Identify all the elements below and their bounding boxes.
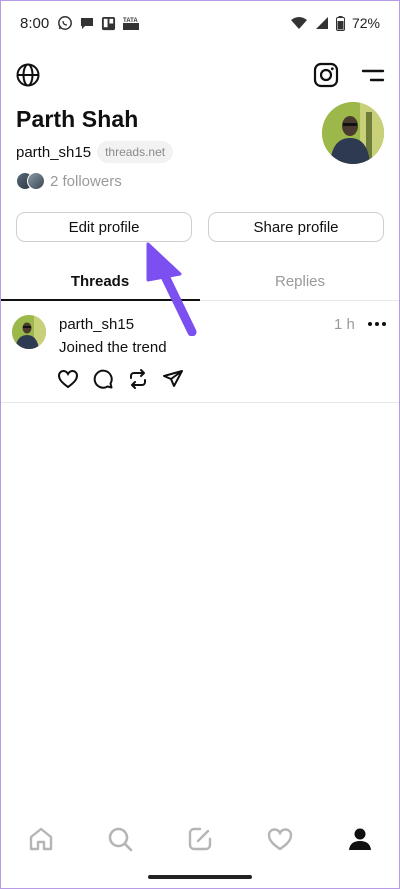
whatsapp-icon: [58, 16, 73, 30]
battery-icon: [335, 15, 345, 31]
post-timestamp: 1 h: [334, 316, 355, 333]
profile-handle: parth_sh15: [16, 143, 92, 161]
instagram-icon[interactable]: [313, 62, 339, 88]
follower-avatar: [27, 172, 45, 190]
profile-name: Parth Shah: [16, 106, 139, 132]
home-icon[interactable]: [27, 825, 55, 853]
post-username[interactable]: parth_sh15: [59, 316, 134, 333]
avatar: [12, 315, 46, 349]
domain-chip[interactable]: threads.net: [97, 141, 174, 163]
share-profile-button[interactable]: Share profile: [208, 212, 384, 242]
status-bar: 8:00 TATA 72%: [0, 0, 400, 46]
post-divider: [0, 402, 400, 403]
share-icon[interactable]: [162, 368, 184, 390]
globe-icon[interactable]: [15, 62, 41, 88]
tata-app-icon: TATA: [123, 18, 140, 30]
more-options-icon[interactable]: [366, 314, 388, 334]
activity-icon[interactable]: [266, 825, 294, 853]
bottom-navigation: [0, 815, 400, 863]
profile-photo: [322, 102, 384, 164]
system-icons: 72%: [290, 15, 380, 31]
chat-bubble-icon: [81, 18, 94, 29]
cellular-signal-icon: [315, 17, 328, 29]
status-time: 8:00: [20, 14, 50, 32]
notification-icons: TATA: [57, 15, 140, 31]
menu-icon[interactable]: [361, 66, 385, 86]
post-text: Joined the trend: [59, 339, 167, 356]
edit-profile-button[interactable]: Edit profile: [16, 212, 192, 242]
followers-row[interactable]: 2 followers: [16, 172, 122, 190]
like-icon[interactable]: [57, 368, 79, 390]
search-icon[interactable]: [106, 825, 134, 853]
wifi-icon: [290, 17, 307, 29]
reply-icon[interactable]: [92, 368, 114, 390]
tab-replies[interactable]: Replies: [200, 262, 400, 300]
repost-icon[interactable]: [127, 368, 149, 390]
battery-percentage: 72%: [351, 15, 380, 31]
follower-avatars: [16, 172, 45, 190]
compose-icon[interactable]: [186, 825, 214, 853]
trello-icon: [102, 16, 116, 30]
followers-count: 2 followers: [50, 172, 122, 190]
post-avatar[interactable]: [12, 315, 46, 349]
profile-icon[interactable]: [346, 825, 374, 853]
profile-avatar[interactable]: [322, 102, 384, 164]
handle-row: parth_sh15 threads.net: [16, 141, 174, 163]
gesture-bar[interactable]: [148, 875, 252, 879]
post-actions: [57, 368, 184, 390]
annotation-arrow-icon: [146, 242, 197, 336]
